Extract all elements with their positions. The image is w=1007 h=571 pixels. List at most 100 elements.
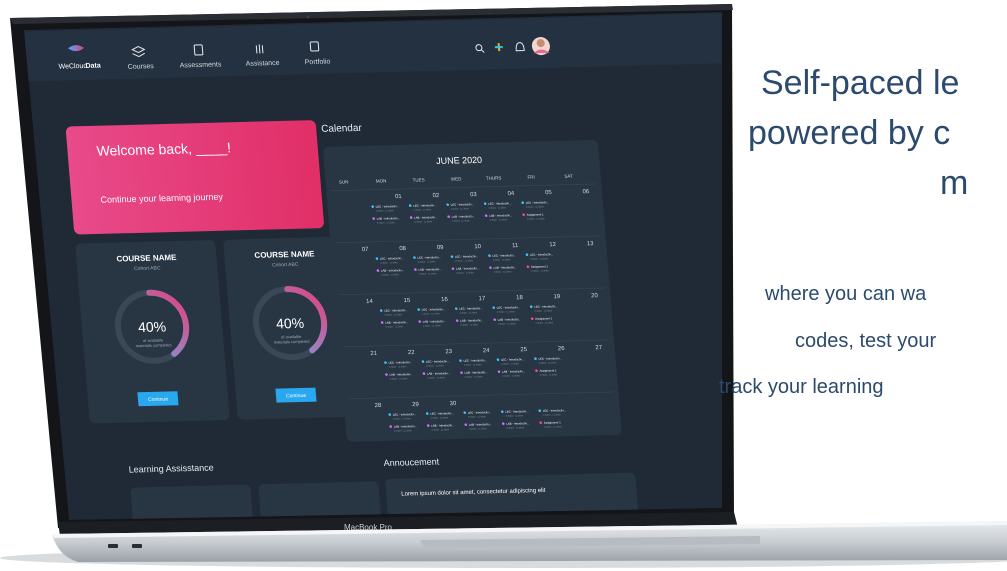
calendar-event[interactable]: LEC - Introductio... bbox=[497, 305, 521, 310]
course-percent-1: 40% bbox=[137, 318, 166, 335]
calendar-event[interactable]: LEC - Introductio... bbox=[388, 360, 412, 365]
calendar-day-header: TUES bbox=[412, 177, 424, 182]
calendar-event[interactable]: LAB - Introductio... bbox=[418, 267, 442, 272]
calendar-event[interactable]: LAB - Introductio... bbox=[381, 268, 405, 273]
course-caption-1b: materials completed bbox=[136, 342, 172, 348]
calendar-date: 05 bbox=[545, 190, 553, 196]
calendar-event[interactable]: LEC - Introductio... bbox=[376, 204, 400, 209]
continue-button-1-label: Continue bbox=[148, 396, 169, 403]
calendar-event[interactable]: LEC - Introductio... bbox=[384, 308, 408, 313]
calendar-event[interactable]: LAB - Introductio... bbox=[493, 265, 517, 270]
calendar-event[interactable]: LEC - Introductio... bbox=[459, 306, 483, 311]
headline-line-1: Self-paced le bbox=[761, 64, 960, 102]
calendar-date: 24 bbox=[483, 348, 491, 354]
calendar-date: 10 bbox=[474, 244, 482, 250]
usb-port-1 bbox=[108, 544, 118, 548]
course-caption-2b: materials completed bbox=[274, 339, 310, 345]
calendar-month: JUNE 2020 bbox=[436, 155, 483, 166]
calendar-event[interactable]: Assignment 1 bbox=[531, 264, 549, 268]
calendar-event[interactable]: LEC - Introductio... bbox=[526, 200, 550, 205]
calendar-event[interactable]: LAB - Introductio... bbox=[423, 319, 447, 324]
calendar-event[interactable]: LAB - Introductio... bbox=[489, 213, 513, 218]
continue-button-2-label: Continue bbox=[286, 393, 307, 400]
calendar-event[interactable]: LEC - Introductio... bbox=[451, 202, 475, 207]
calendar-event[interactable]: LEC - Introductio... bbox=[468, 410, 492, 415]
calendar-event[interactable]: LEC - Introductio... bbox=[538, 356, 562, 361]
calendar-event[interactable]: LEC - Introductio... bbox=[488, 201, 512, 206]
calendar-date: 27 bbox=[595, 345, 603, 351]
calendar-event[interactable]: LAB - Introductio... bbox=[427, 371, 451, 376]
calendar-date: 04 bbox=[507, 191, 515, 197]
calendar-date: 08 bbox=[399, 246, 407, 252]
calendar-date: 11 bbox=[512, 243, 519, 249]
calendar-event[interactable]: LEC - Introductio... bbox=[393, 412, 417, 417]
calendar-date: 18 bbox=[516, 295, 524, 301]
calendar-day-header: SUN bbox=[339, 179, 349, 184]
course-cohort-2: Cohort ABC bbox=[272, 262, 299, 269]
calendar-event[interactable]: LEC - Introductio... bbox=[530, 252, 554, 257]
calendar-day-header: FRI bbox=[527, 175, 535, 180]
calendar-event[interactable]: LAB - Introductio... bbox=[502, 369, 526, 374]
course-name-1: COURSE NAME bbox=[116, 253, 177, 264]
camera bbox=[306, 15, 310, 19]
calendar-date: 17 bbox=[478, 296, 486, 302]
calendar-date: 12 bbox=[549, 242, 557, 248]
calendar-day-header: THURS bbox=[486, 175, 502, 180]
calendar-event[interactable]: LAB - Introductio... bbox=[498, 317, 522, 322]
calendar-event[interactable]: LAB - Introductio... bbox=[431, 423, 455, 428]
calendar-day-header: MON bbox=[376, 178, 387, 183]
calendar-event[interactable]: LEC - Introductio... bbox=[413, 203, 437, 208]
calendar-date: 28 bbox=[374, 403, 382, 409]
nav-assessments-label: Assessments bbox=[179, 61, 222, 69]
calendar-date: 23 bbox=[445, 349, 453, 355]
calendar-event[interactable]: LEC - Introductio... bbox=[380, 256, 404, 261]
announcement-title: Annoucement bbox=[383, 457, 440, 468]
course-card-1: COURSE NAME Cohort ABC 40% of available … bbox=[75, 240, 230, 424]
calendar-event[interactable]: LAB - Introductio... bbox=[456, 266, 480, 271]
calendar-event[interactable]: LAB - Introductio... bbox=[394, 424, 418, 429]
calendar-day-header: SAT bbox=[564, 174, 573, 179]
calendar-date: 26 bbox=[558, 346, 566, 352]
nav-assistance-label: Assistance bbox=[245, 60, 279, 68]
logo-text-prefix: WeCloud bbox=[58, 63, 87, 71]
calendar-event[interactable]: LEC - Introductio... bbox=[417, 255, 441, 260]
calendar-event[interactable]: LEC - Introductio... bbox=[543, 408, 567, 413]
calendar-date: 14 bbox=[366, 299, 374, 305]
calendar-date: 06 bbox=[582, 189, 590, 195]
calendar-event[interactable]: LEC - Introductio... bbox=[501, 357, 525, 362]
calendar-event[interactable]: LAB - Introductio... bbox=[389, 372, 413, 377]
calendar-event[interactable]: LAB - Introductio... bbox=[414, 215, 438, 220]
calendar-event[interactable]: LAB - Introductio... bbox=[385, 320, 409, 325]
calendar-event[interactable]: LEC - Introductio... bbox=[534, 304, 558, 309]
calendar-event[interactable]: LAB - Introductio... bbox=[464, 370, 488, 375]
calendar-event[interactable]: LEC - Introductio... bbox=[430, 411, 454, 416]
calendar-event[interactable]: LAB - Introductio... bbox=[460, 318, 484, 323]
calendar-date: 29 bbox=[412, 402, 420, 408]
calendar-date: 20 bbox=[591, 293, 599, 299]
calendar-event[interactable]: LEC - Introductio... bbox=[426, 359, 450, 364]
calendar-date: 07 bbox=[362, 247, 370, 253]
calendar-date: 21 bbox=[370, 351, 378, 357]
body-line-2: codes, test your bbox=[795, 330, 937, 352]
calendar-event[interactable]: Assignment 1 bbox=[539, 368, 557, 372]
logo-text-suffix: Data bbox=[85, 63, 101, 70]
calendar-event[interactable]: Assignment 1 bbox=[535, 316, 553, 320]
course-cohort-1: Cohort ABC bbox=[134, 265, 161, 272]
welcome-card: Welcome back, ____! Continue your learni… bbox=[65, 120, 324, 235]
calendar-date: 25 bbox=[520, 347, 528, 353]
body-line-3: track your learning bbox=[719, 376, 884, 398]
calendar-date: 15 bbox=[403, 298, 411, 304]
calendar-event[interactable]: LEC - Introductio... bbox=[463, 358, 487, 363]
calendar-event[interactable]: LEC - Introductio... bbox=[455, 254, 479, 259]
calendar-event[interactable]: Assignment 1 bbox=[544, 420, 562, 424]
calendar-event[interactable]: LAB - Introductio... bbox=[377, 216, 401, 221]
calendar-event[interactable]: LEC - Introductio... bbox=[505, 409, 529, 414]
body-line-1: where you can wa bbox=[765, 283, 927, 305]
calendar-event[interactable]: LEC - Introductio... bbox=[422, 307, 446, 312]
headline-line-3: m bbox=[940, 164, 969, 202]
calendar-event[interactable]: LEC - Introductio... bbox=[492, 253, 516, 258]
calendar-event[interactable]: LAB - Introductio... bbox=[469, 422, 493, 427]
calendar-event[interactable]: LAB - Introductio... bbox=[452, 214, 476, 219]
calendar-event[interactable]: Assignment 1 bbox=[527, 212, 545, 216]
calendar-event[interactable]: LAB - Introductio... bbox=[506, 421, 530, 426]
